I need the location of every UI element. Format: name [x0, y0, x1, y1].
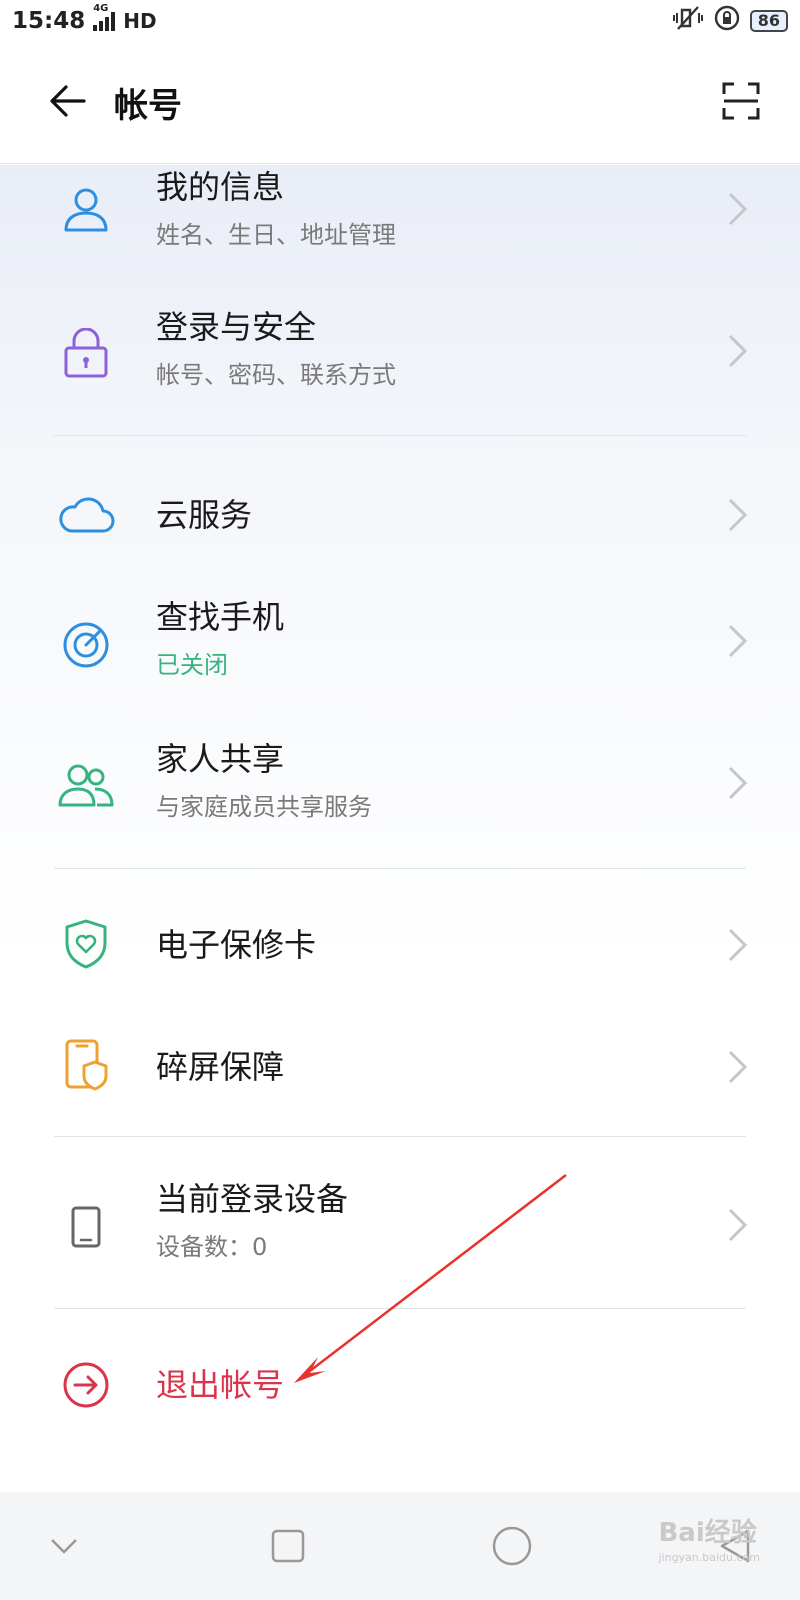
status-left: 15:48 4G HD — [12, 3, 157, 34]
hd-label: HD — [123, 9, 157, 33]
chevron-down-icon — [51, 1539, 77, 1554]
list-item-family-sharing[interactable]: 家人共享 与家庭成员共享服务 — [0, 727, 800, 847]
list-item-find-phone[interactable]: 查找手机 已关闭 — [0, 585, 800, 705]
item-texts: 登录与安全 帐号、密码、联系方式 — [156, 307, 396, 391]
page-title: 帐号 — [114, 86, 182, 126]
nav-recents-button[interactable] — [248, 1506, 328, 1586]
settings-list: 我的信息 姓名、生日、地址管理 登录与安全 帐号、密码、联系方式 云服务 查找手… — [0, 165, 800, 1492]
nav-collapse-button[interactable] — [24, 1506, 104, 1586]
logout-icon — [56, 1355, 116, 1415]
item-texts: 云服务 — [156, 495, 252, 535]
shield-heart-icon — [56, 914, 116, 974]
item-title: 云服务 — [156, 496, 253, 534]
logout-button[interactable]: 退出帐号 — [0, 1335, 800, 1435]
status-right: 86 — [672, 5, 788, 37]
vibrate-off-icon — [672, 5, 704, 37]
divider — [54, 1136, 746, 1137]
chevron-right-icon — [728, 928, 748, 962]
list-item-cloud-service[interactable]: 云服务 — [0, 470, 800, 560]
divider — [54, 1308, 746, 1309]
item-texts: 碎屏保障 — [156, 1047, 284, 1087]
item-title: 家人共享 — [156, 740, 285, 778]
app-header: 帐号 — [0, 42, 800, 164]
watermark-url: jingyan.baidu.com — [658, 1551, 760, 1564]
battery-indicator: 86 — [749, 10, 788, 32]
item-subtitle: 与家庭成员共享服务 — [156, 793, 372, 821]
item-texts: 当前登录设备 设备数：0 — [156, 1179, 348, 1263]
chevron-right-icon — [728, 334, 748, 368]
list-item-screen-protection[interactable]: 碎屏保障 — [0, 1017, 800, 1117]
item-title: 查找手机 — [156, 598, 285, 636]
chevron-right-icon — [728, 624, 748, 658]
list-item-logged-devices[interactable]: 当前登录设备 设备数：0 — [0, 1165, 800, 1285]
chevron-right-icon — [728, 498, 748, 532]
device-count: 设备数：0 — [156, 1233, 268, 1261]
chevron-right-icon — [728, 1050, 748, 1084]
list-item-login-security[interactable]: 登录与安全 帐号、密码、联系方式 — [0, 295, 800, 405]
find-phone-status: 已关闭 — [156, 651, 228, 679]
watermark: Bai经验 jingyan.baidu.com — [658, 1512, 760, 1564]
square-icon — [271, 1529, 305, 1563]
status-time: 15:48 — [12, 8, 86, 34]
item-title: 我的信息 — [156, 168, 285, 206]
scan-icon[interactable] — [722, 82, 760, 124]
nav-home-button[interactable] — [472, 1506, 552, 1586]
user-icon — [56, 179, 116, 239]
item-title: 当前登录设备 — [156, 1180, 349, 1218]
back-arrow-icon[interactable] — [48, 84, 88, 122]
network-type: 4G — [93, 3, 109, 14]
chevron-right-icon — [728, 1208, 748, 1242]
lock-icon — [56, 323, 116, 383]
divider — [54, 868, 746, 869]
divider — [54, 435, 746, 436]
item-title: 碎屏保障 — [156, 1048, 285, 1086]
list-item-e-warranty[interactable]: 电子保修卡 — [0, 900, 800, 990]
item-subtitle: 帐号、密码、联系方式 — [156, 361, 396, 389]
item-texts: 我的信息 姓名、生日、地址管理 — [156, 167, 396, 251]
item-title: 电子保修卡 — [156, 926, 317, 964]
status-bar: 15:48 4G HD 86 — [0, 0, 800, 42]
watermark-text: Bai经验 — [658, 1518, 757, 1548]
list-item-my-info[interactable]: 我的信息 姓名、生日、地址管理 — [0, 165, 800, 261]
phone-shield-icon — [56, 1035, 116, 1095]
header-left: 帐号 — [48, 78, 182, 127]
chevron-right-icon — [728, 766, 748, 800]
family-icon — [56, 755, 116, 815]
radar-icon — [56, 615, 116, 675]
item-title: 退出帐号 — [156, 1366, 285, 1404]
rotation-lock-icon — [714, 5, 740, 37]
item-texts: 家人共享 与家庭成员共享服务 — [156, 739, 372, 823]
device-icon — [56, 1197, 116, 1257]
signal-icon: 4G — [93, 3, 116, 31]
cloud-icon — [56, 485, 116, 545]
item-subtitle: 姓名、生日、地址管理 — [156, 221, 396, 249]
chevron-right-icon — [728, 192, 748, 226]
item-texts: 电子保修卡 — [156, 925, 316, 965]
item-title: 登录与安全 — [156, 308, 317, 346]
item-texts: 查找手机 已关闭 — [156, 597, 284, 681]
circle-icon — [492, 1526, 532, 1566]
item-texts: 退出帐号 — [156, 1365, 284, 1405]
